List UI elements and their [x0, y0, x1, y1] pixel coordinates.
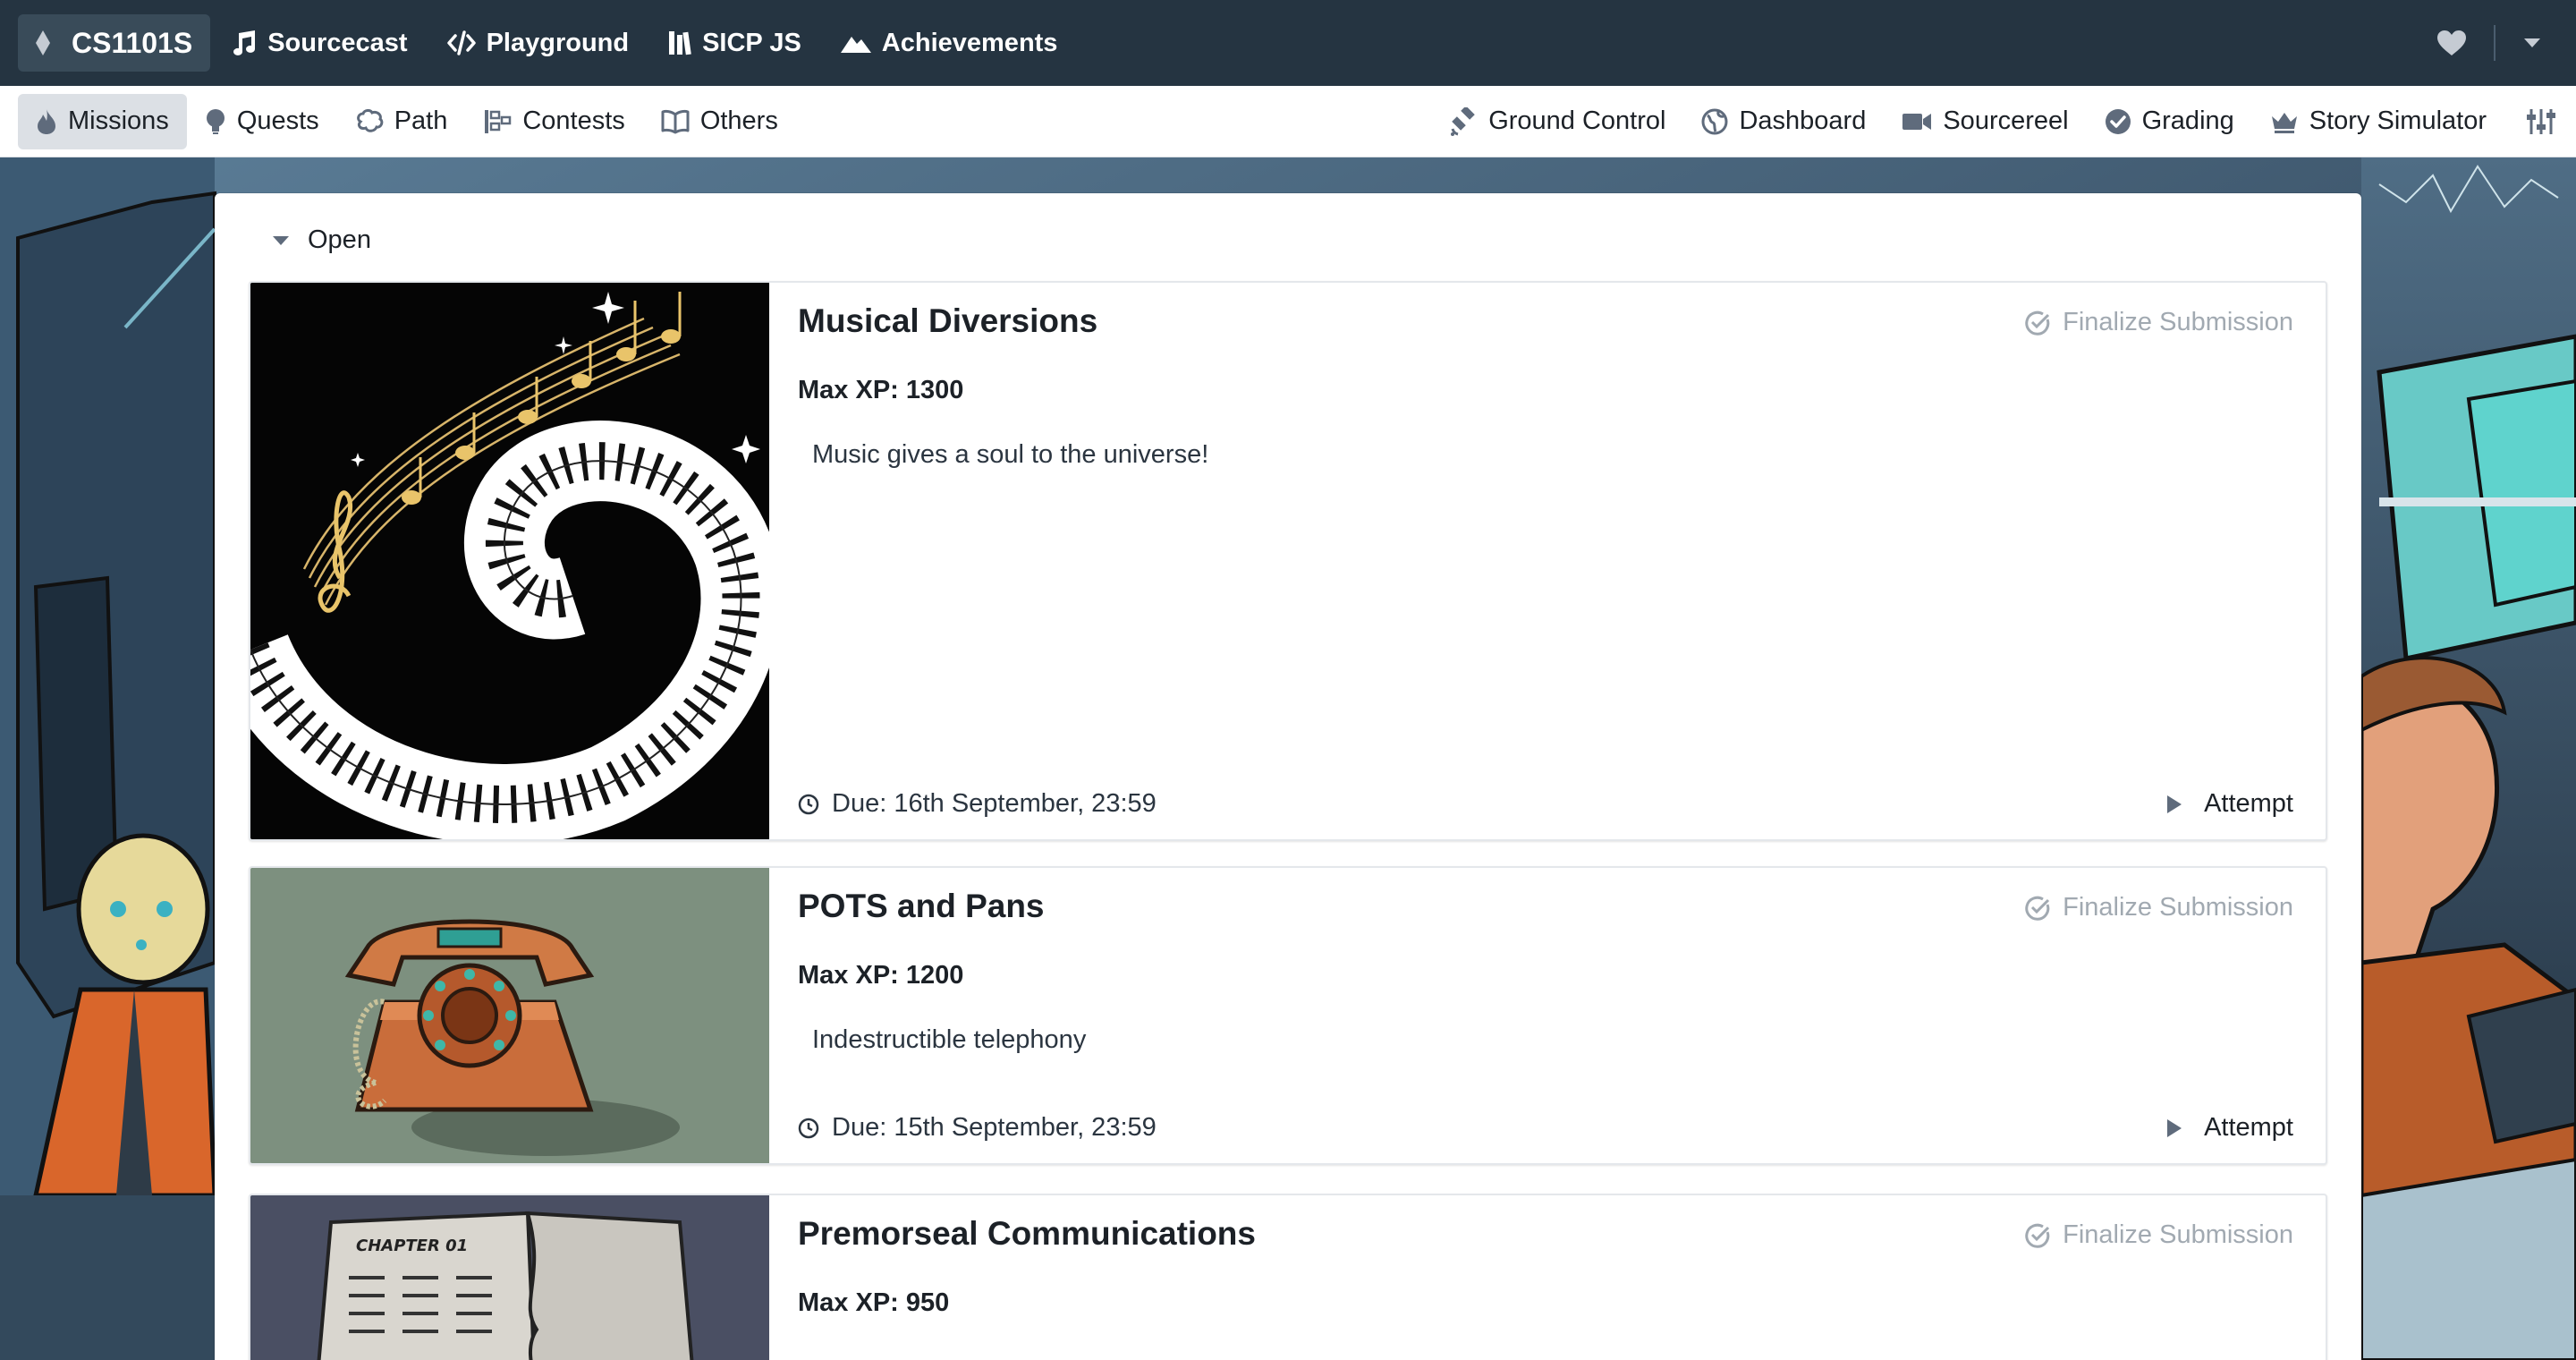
tab-label: Story Simulator — [2309, 106, 2487, 135]
missions-panel: Open Musical Diversions Max XP: 1300 Mus… — [215, 193, 2361, 1360]
finalize-submission-button[interactable]: Finalize Submission — [2023, 1220, 2293, 1250]
lightbulb-icon — [206, 108, 225, 134]
clock-icon — [798, 1118, 819, 1138]
mission-max-xp: Max XP: 950 — [798, 1288, 950, 1317]
finalize-submission-button[interactable]: Finalize Submission — [2023, 893, 2293, 922]
mission-thumbnail — [250, 868, 769, 1163]
mission-max-xp: Max XP: 1200 — [798, 961, 964, 990]
open-book-icon — [661, 109, 690, 133]
course-name: CS1101S — [72, 26, 193, 59]
sliders-icon[interactable] — [2526, 107, 2556, 136]
tab-label: Contests — [522, 106, 625, 135]
nav-label: Achievements — [881, 28, 1058, 57]
divider — [2494, 25, 2496, 61]
nav-achievements[interactable]: Achievements — [821, 14, 1078, 72]
top-navbar: CS1101S Sourcecast Playground SICP JS Ac… — [0, 0, 2576, 86]
mission-description: Indestructible telephony — [812, 1025, 1087, 1054]
check-circle-outline-icon — [2025, 1223, 2050, 1248]
tab-label: Dashboard — [1739, 106, 1867, 135]
open-section-toggle[interactable]: Open — [272, 225, 371, 255]
tab-grading[interactable]: Grading — [2087, 94, 2252, 149]
tab-sourcereel[interactable]: Sourcereel — [1884, 94, 2086, 149]
mission-title: POTS and Pans — [798, 888, 1045, 924]
play-icon — [2167, 1118, 2182, 1137]
tab-missions[interactable]: Missions — [18, 93, 187, 149]
mission-card: POTS and Pans Max XP: 1200 Indestructibl… — [249, 866, 2327, 1165]
caret-down-icon[interactable] — [2522, 37, 2542, 49]
finalize-label: Finalize Submission — [2063, 1220, 2293, 1249]
tab-label: Sourcereel — [1943, 106, 2069, 135]
attempt-button[interactable]: Attempt — [2166, 1113, 2293, 1143]
tab-label: Missions — [68, 106, 169, 135]
check-circle-outline-icon — [2025, 310, 2050, 336]
flame-icon — [38, 108, 55, 134]
tab-label: Others — [699, 106, 778, 135]
satellite-icon — [1451, 106, 1475, 136]
crown-icon — [2271, 112, 2297, 133]
tab-contests[interactable]: Contests — [465, 94, 642, 149]
attempt-label: Attempt — [2204, 789, 2293, 818]
tab-others[interactable]: Others — [643, 94, 796, 149]
caret-down-icon — [273, 235, 289, 245]
mission-card: Musical Diversions Max XP: 1300 Music gi… — [249, 281, 2327, 841]
chapter-label: CHAPTER 01 — [356, 1237, 468, 1255]
mission-thumbnail — [250, 283, 769, 839]
nav-label: Playground — [486, 28, 630, 57]
tab-label: Path — [394, 106, 448, 135]
finalize-label: Finalize Submission — [2063, 893, 2293, 922]
play-icon — [2167, 795, 2182, 813]
nav-label: Sourcecast — [267, 28, 408, 57]
tab-dashboard[interactable]: Dashboard — [1683, 94, 1884, 149]
finalize-submission-button[interactable]: Finalize Submission — [2023, 308, 2293, 337]
check-circle-icon — [2105, 108, 2131, 134]
tab-label: Grading — [2141, 106, 2234, 135]
tab-label: Quests — [236, 106, 319, 135]
globe-icon — [1701, 108, 1728, 134]
heart-icon[interactable] — [2436, 30, 2467, 56]
secondary-navbar: Missions Quests Path Contests Others Gro… — [0, 86, 2576, 157]
mission-title: Musical Diversions — [798, 302, 1098, 339]
finalize-label: Finalize Submission — [2063, 308, 2293, 336]
brain-icon — [356, 108, 383, 132]
mission-due: Due: 15th September, 23:59 — [798, 1113, 1157, 1143]
mission-description: Music gives a soul to the universe! — [812, 440, 1209, 469]
course-brand-button[interactable]: CS1101S — [18, 14, 211, 72]
attempt-button[interactable]: Attempt — [2166, 789, 2293, 819]
video-icon — [1902, 113, 1932, 130]
check-circle-outline-icon — [2025, 896, 2050, 921]
contests-icon — [485, 109, 512, 133]
due-text: Due: 16th September, 23:59 — [832, 789, 1157, 818]
mission-max-xp: Max XP: 1300 — [798, 376, 964, 404]
nav-sourcecast[interactable]: Sourcecast — [210, 14, 427, 72]
nav-sicp-js[interactable]: SICP JS — [648, 14, 821, 72]
clock-icon — [798, 794, 819, 814]
mission-card: CHAPTER 01 Premorseal Communications Max… — [249, 1194, 2327, 1360]
mission-title: Premorseal Communications — [798, 1215, 1256, 1252]
tab-ground-control[interactable]: Ground Control — [1431, 94, 1683, 149]
mission-thumbnail: CHAPTER 01 — [250, 1195, 769, 1360]
tab-label: Ground Control — [1488, 106, 1666, 135]
code-icon — [446, 30, 476, 55]
tab-story-simulator[interactable]: Story Simulator — [2252, 94, 2504, 149]
music-icon — [233, 30, 256, 55]
section-label: Open — [308, 225, 371, 254]
mission-due: Due: 16th September, 23:59 — [798, 789, 1157, 819]
tab-quests[interactable]: Quests — [187, 94, 337, 149]
diamond-icon — [36, 30, 50, 55]
attempt-label: Attempt — [2204, 1113, 2293, 1142]
book-stack-icon — [669, 31, 691, 55]
nav-label: SICP JS — [702, 28, 801, 57]
nav-playground[interactable]: Playground — [428, 14, 649, 72]
mountain-icon — [840, 37, 871, 53]
due-text: Due: 15th September, 23:59 — [832, 1113, 1157, 1142]
tab-path[interactable]: Path — [337, 94, 466, 149]
